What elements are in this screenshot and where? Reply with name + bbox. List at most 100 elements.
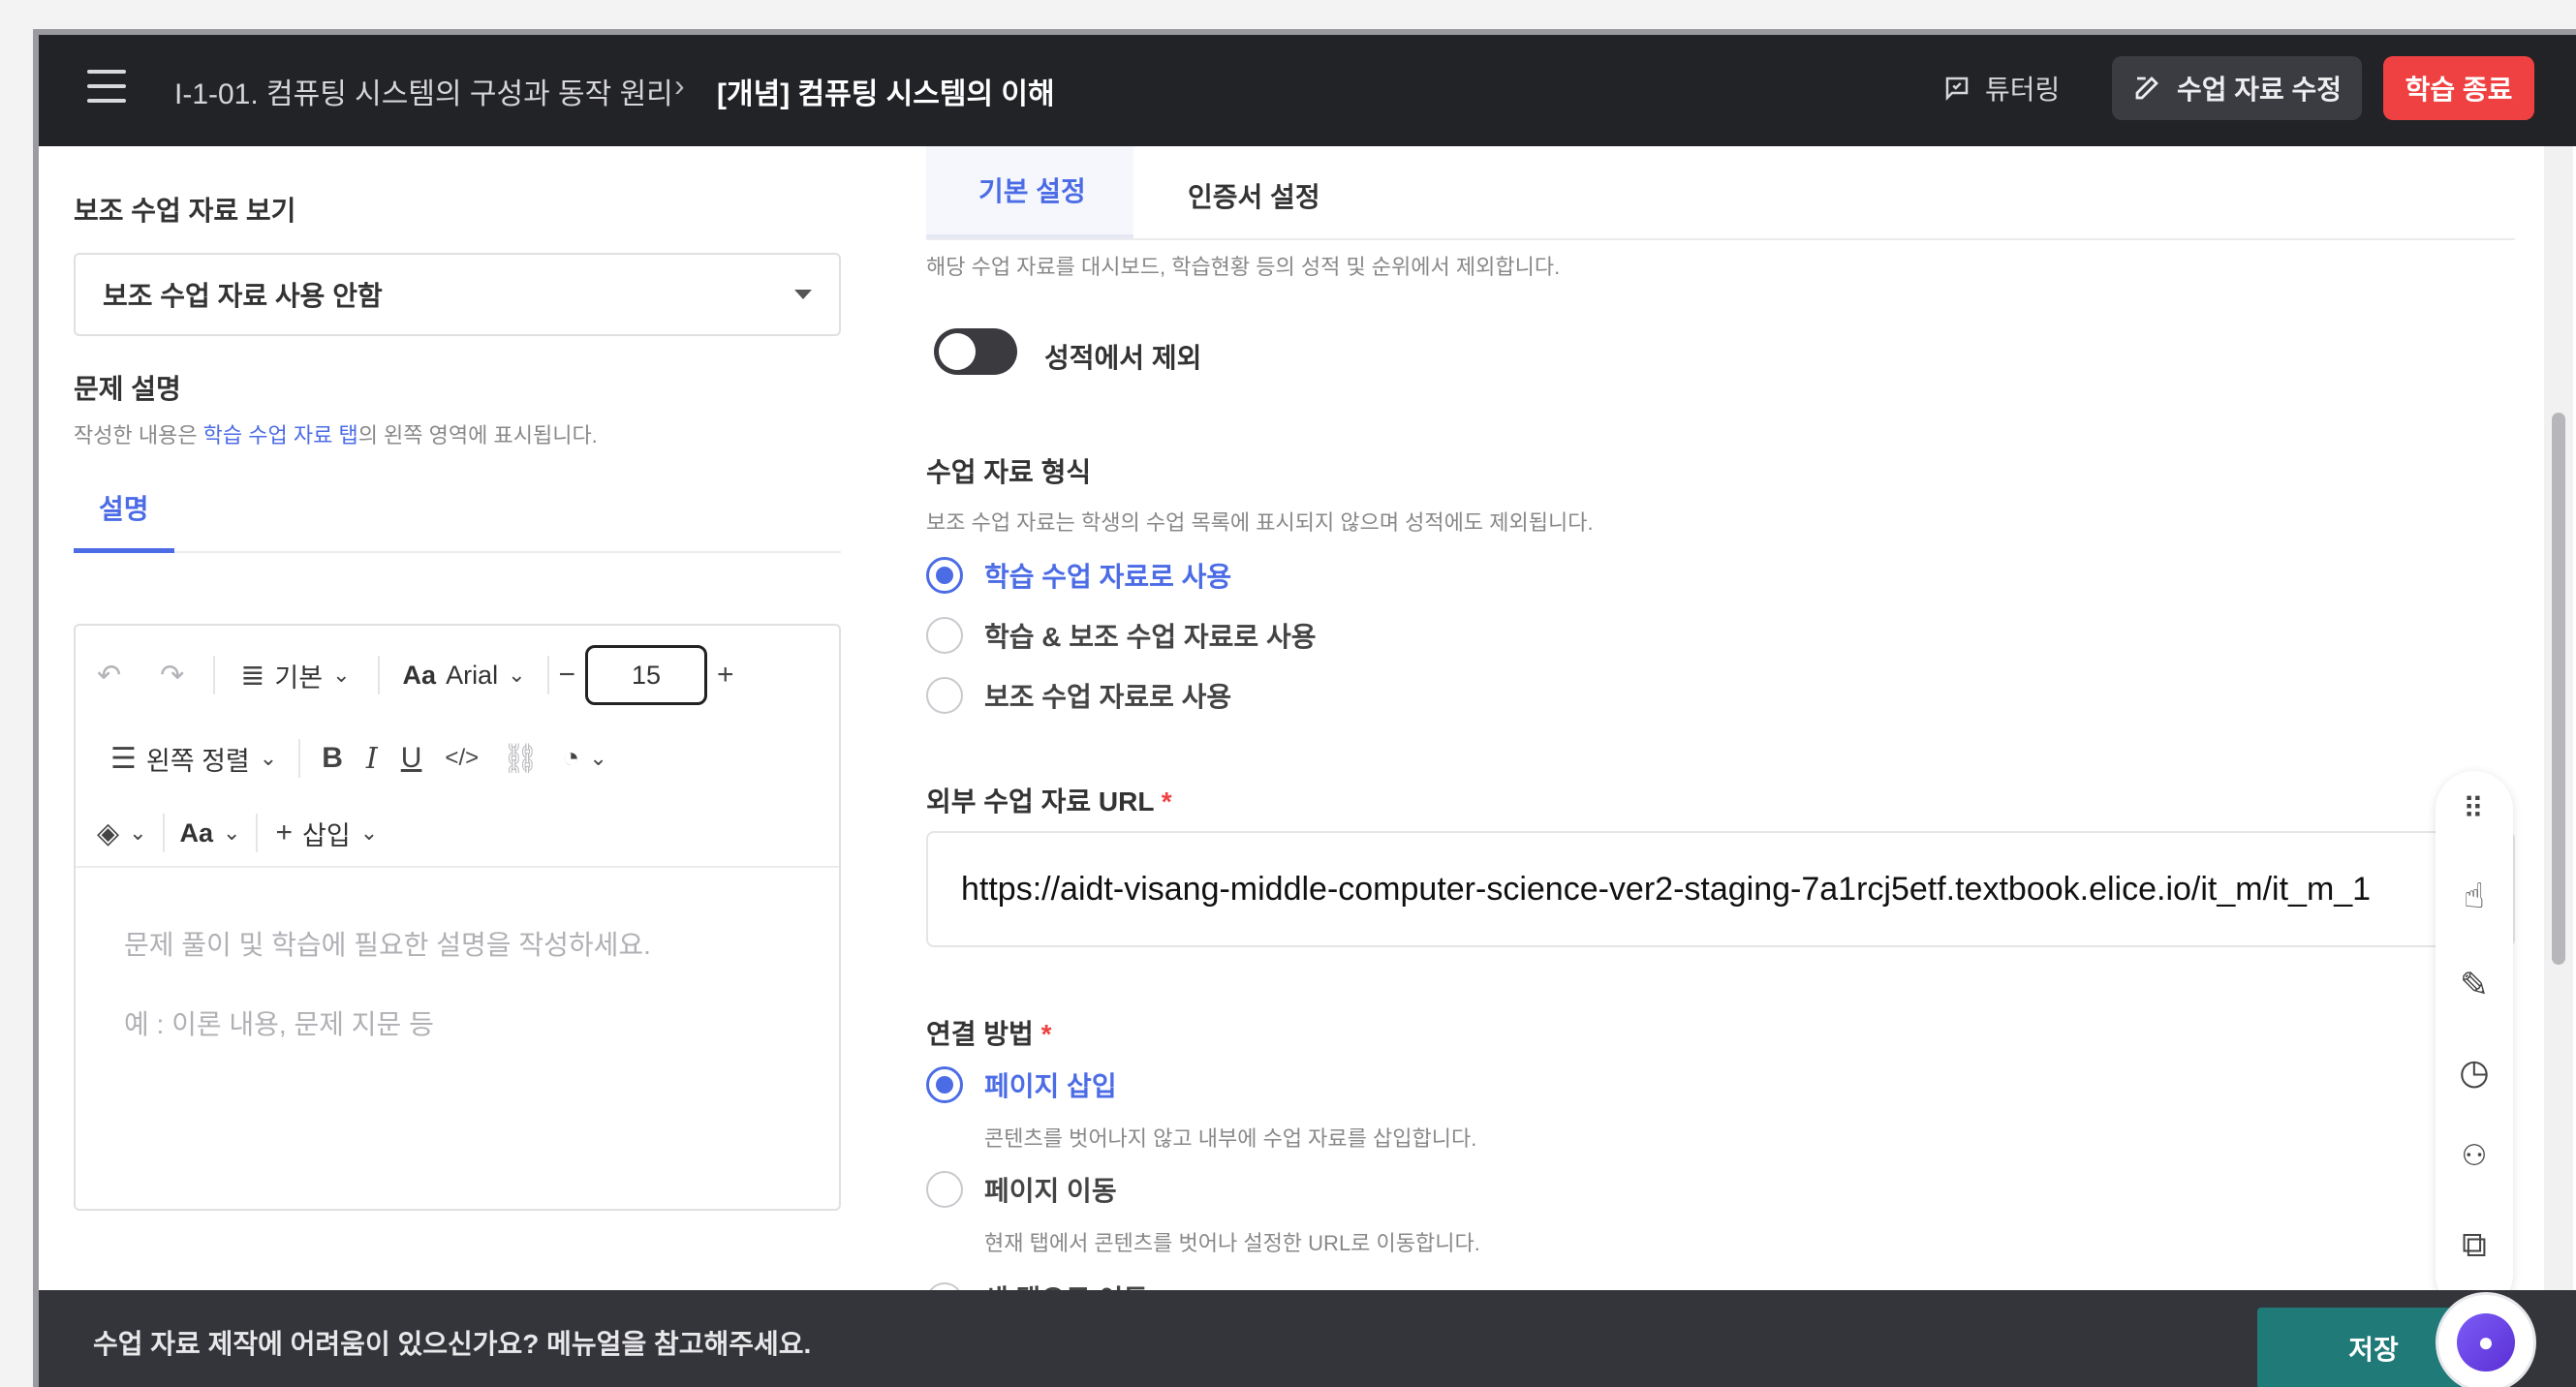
pointer-hand-icon[interactable]: ☝: [2436, 876, 2513, 916]
text-case-icon[interactable]: Aa: [180, 818, 214, 848]
bottom-bar: 수업 자료 제작에 어려움이 있으신가요? 메뉴얼을 참고해주세요. 저장: [39, 1290, 2576, 1387]
menu-icon[interactable]: [87, 70, 126, 103]
link-option-navigate[interactable]: 페이지 이동: [926, 1170, 1117, 1209]
link-method-label: 연결 방법 *: [926, 1013, 1052, 1052]
divider: [298, 739, 301, 778]
format-option-label: 학습 & 보조 수업 자료로 사용: [984, 622, 1317, 652]
format-option-label: 보조 수업 자료로 사용: [984, 682, 1232, 712]
chevron-down-icon[interactable]: ⌄: [223, 820, 240, 846]
font-size-input[interactable]: 15: [585, 645, 708, 705]
align-left-icon[interactable]: ☰: [110, 742, 137, 776]
divider: [74, 551, 841, 553]
side-toolbar: ⠿ ☝ ✎ ◷ ⚇ ⧉: [2436, 771, 2513, 1313]
underline-icon[interactable]: U: [401, 742, 422, 775]
text-color-icon[interactable]: ◔: [562, 742, 579, 775]
grip-icon[interactable]: ⠿: [2436, 792, 2513, 826]
tab-certificate-settings[interactable]: 인증서 설정: [1188, 176, 1320, 215]
external-url-input[interactable]: https://aidt-visang-middle-computer-scie…: [926, 831, 2515, 947]
link-option-embed[interactable]: 페이지 삽입: [926, 1065, 1117, 1104]
chevron-down-icon[interactable]: ⌄: [129, 820, 146, 846]
link-option-help: 콘텐츠를 벗어나지 않고 내부에 수업 자료를 삽입합니다.: [984, 1126, 1477, 1151]
chevron-down-icon[interactable]: ⌄: [589, 746, 606, 771]
pen-icon[interactable]: ✎: [2436, 965, 2513, 1005]
aux-material-view-label: 보조 수업 자료 보기: [74, 196, 296, 226]
link-option-help: 현재 탭에서 콘텐츠를 벗어나 설정한 URL로 이동합니다.: [984, 1231, 1480, 1255]
tab-basic-settings[interactable]: 기본 설정: [978, 170, 1086, 209]
toggle-knob: [939, 333, 976, 370]
required-mark: *: [1040, 1019, 1052, 1049]
help-link[interactable]: 학습 수업 자료 탭: [203, 423, 358, 447]
radio-selected-icon[interactable]: [926, 557, 963, 594]
format-option-aux[interactable]: 보조 수업 자료로 사용: [926, 676, 1231, 715]
help-prefix: 작성한 내용은: [74, 423, 203, 447]
paragraph-style-icon[interactable]: ≣: [240, 659, 264, 693]
problem-help-text: 작성한 내용은 학습 수업 자료 탭의 왼쪽 영역에 표시됩니다.: [74, 418, 598, 449]
help-suffix: 의 왼쪽 영역에 표시됩니다.: [357, 423, 598, 447]
radio-icon[interactable]: [926, 1171, 963, 1208]
radio-icon[interactable]: [926, 677, 963, 714]
link-option-label: 페이지 삽입: [984, 1071, 1117, 1101]
link-option-label: 페이지 이동: [984, 1176, 1117, 1206]
format-option-label: 학습 수업 자료로 사용: [984, 562, 1232, 592]
edit-material-label: 수업 자료 수정: [2176, 75, 2343, 105]
format-option-both[interactable]: 학습 & 보조 수업 자료로 사용: [926, 616, 1316, 655]
chevron-down-icon[interactable]: ⌄: [360, 820, 378, 846]
edit-icon: [2135, 77, 2158, 100]
divider: [76, 866, 839, 868]
highlight-icon[interactable]: ◈: [97, 817, 119, 850]
edit-material-button[interactable]: 수업 자료 수정: [2112, 56, 2362, 120]
code-icon[interactable]: </>: [445, 745, 479, 772]
format-option-learning[interactable]: 학습 수업 자료로 사용: [926, 556, 1231, 595]
toolbar-row-3: ◈ ⌄ Aa ⌄ + 삽입 ⌄: [97, 804, 378, 862]
breadcrumb-parent[interactable]: I-1-01. 컴퓨팅 시스템의 구성과 동작 원리: [174, 70, 673, 112]
material-format-help: 보조 수업 자료는 학생의 수업 목록에 표시되지 않으며 성적에도 제외됩니다…: [926, 510, 1594, 535]
plus-icon[interactable]: +: [275, 817, 293, 849]
chevron-down-icon[interactable]: ⌄: [260, 746, 277, 771]
breadcrumb-separator-icon: ›: [674, 68, 685, 103]
block-style-value[interactable]: 기본: [274, 657, 323, 694]
increase-size-icon[interactable]: +: [717, 659, 734, 692]
chevron-down-icon[interactable]: ⌄: [508, 663, 525, 688]
material-format-label: 수업 자료 형식: [926, 457, 1092, 487]
link-option-label[interactable]: 새 탭으로 이동: [983, 1279, 1148, 1290]
link-method-label-text: 연결 방법: [926, 1019, 1034, 1049]
font-family-icon[interactable]: Aa: [403, 661, 437, 691]
manual-help-text[interactable]: 수업 자료 제작에 어려움이 있으신가요? 메뉴얼을 참고해주세요.: [93, 1323, 811, 1362]
chat-assistant-button[interactable]: ●: [2436, 1292, 2536, 1387]
radio-icon[interactable]: [926, 617, 963, 654]
tutoring-button[interactable]: 튜터링: [1942, 64, 2060, 112]
rich-text-editor: ↶ ↷ ≣ 기본 ⌄ Aa Arial ⌄ − 15 + ☰ 왼쪽 정렬 ⌄ B…: [74, 624, 841, 1211]
tutoring-label: 튜터링: [1985, 75, 2061, 105]
editor-placeholder-example[interactable]: 예 : 이론 내용, 문제 지문 등: [124, 1003, 434, 1042]
link-icon[interactable]: ⛓: [502, 742, 539, 776]
bold-icon[interactable]: B: [322, 742, 343, 775]
divider: [256, 814, 259, 852]
group-icon[interactable]: ⚇: [2436, 1139, 2513, 1173]
required-mark: *: [1161, 786, 1172, 817]
top-bar: I-1-01. 컴퓨팅 시스템의 구성과 동작 원리 › [개념] 컴퓨팅 시스…: [39, 35, 2576, 146]
end-learning-button[interactable]: 학습 종료: [2383, 56, 2534, 120]
font-family-value[interactable]: Arial: [446, 661, 498, 691]
radio-selected-icon[interactable]: [926, 1066, 963, 1103]
decrease-size-icon[interactable]: −: [559, 659, 576, 692]
redo-icon[interactable]: ↷: [160, 659, 184, 693]
editor-placeholder[interactable]: 문제 풀이 및 학습에 필요한 설명을 작성하세요.: [124, 924, 651, 963]
italic-icon[interactable]: I: [366, 742, 378, 776]
breadcrumb-current: [개념] 컴퓨팅 시스템의 이해: [717, 78, 1055, 110]
timer-icon[interactable]: ◷: [2436, 1052, 2513, 1093]
chevron-down-icon[interactable]: ⌄: [332, 663, 350, 688]
undo-icon[interactable]: ↶: [97, 659, 121, 693]
toolbar-row-2: ☰ 왼쪽 정렬 ⌄ B I U </> ⛓ ◔ ⌄: [110, 723, 607, 794]
scrollbar-thumb[interactable]: [2552, 413, 2565, 965]
align-value[interactable]: 왼쪽 정렬: [146, 740, 250, 778]
aux-material-select-value: 보조 수업 자료 사용 안함: [103, 281, 383, 311]
exclude-help-text: 해당 수업 자료를 대시보드, 학습현황 등의 성적 및 순위에서 제외합니다.: [926, 255, 1561, 279]
divider: [377, 656, 380, 694]
exclude-from-grades-toggle[interactable]: [934, 328, 1017, 375]
tab-description[interactable]: 설명: [99, 488, 149, 527]
insert-value[interactable]: 삽입: [302, 815, 351, 852]
divider: [546, 656, 549, 694]
aux-material-select[interactable]: 보조 수업 자료 사용 안함: [74, 253, 841, 336]
tab-indicator: [926, 234, 1133, 238]
copy-window-icon[interactable]: ⧉: [2436, 1224, 2513, 1266]
